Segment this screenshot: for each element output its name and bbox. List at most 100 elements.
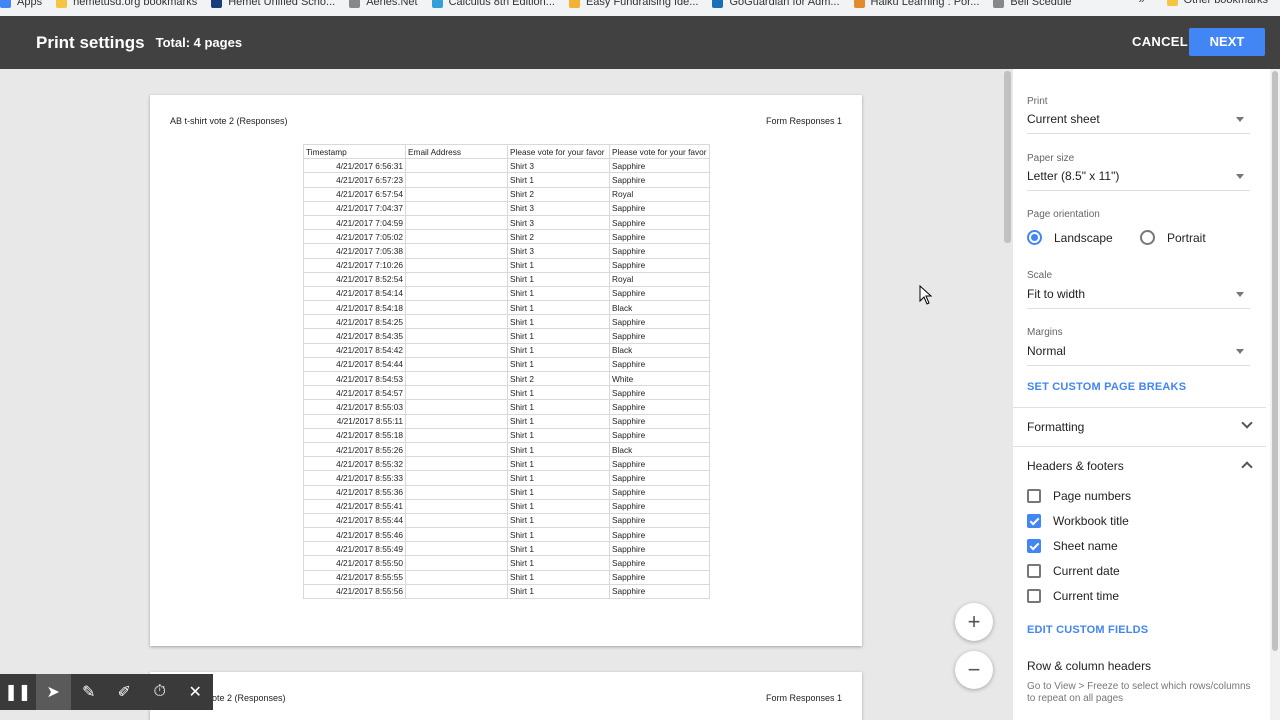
table-cell: Shirt 1 bbox=[507, 385, 610, 401]
checkbox-workbook-title[interactable]: Workbook title bbox=[1027, 514, 1129, 528]
print-select[interactable]: Current sheet bbox=[1027, 112, 1250, 134]
table-cell: 4/21/2017 8:55:41 bbox=[303, 498, 406, 514]
table-cell: 4/21/2017 8:55:44 bbox=[303, 512, 406, 529]
table-row: 4/21/2017 7:05:38 Shirt 3 Sapphire bbox=[303, 243, 710, 259]
zoom-in-button[interactable]: + bbox=[955, 603, 993, 641]
paper-size-select[interactable]: Letter (8.5" x 11") bbox=[1027, 169, 1250, 191]
table-row: 4/21/2017 6:56:31 Shirt 3 Sapphire bbox=[303, 158, 710, 174]
bookmark-item[interactable]: Apps bbox=[0, 0, 42, 8]
scale-label: Scale bbox=[1027, 270, 1053, 281]
bookmark-item[interactable]: Easy Fundraising Ide... bbox=[568, 0, 698, 8]
bookmark-item[interactable]: hemetusd.org bookmarks bbox=[56, 0, 197, 8]
column-header: Email Address bbox=[405, 143, 508, 160]
table-cell: 4/21/2017 8:54:14 bbox=[303, 285, 406, 302]
table-cell: Sapphire bbox=[609, 413, 710, 429]
table-cell: Shirt 1 bbox=[507, 257, 610, 273]
table-cell: Sapphire bbox=[609, 172, 710, 188]
pointer-icon[interactable]: ➤ bbox=[35, 674, 71, 710]
table-row: 4/21/2017 6:57:54 Shirt 2 Royal bbox=[303, 186, 710, 202]
checkbox-unchecked-icon[interactable] bbox=[1027, 489, 1041, 503]
headers-footers-section-toggle[interactable]: Headers & footers bbox=[1027, 459, 1253, 473]
table-cell: 4/21/2017 8:55:36 bbox=[303, 484, 406, 500]
panel-scrollbar[interactable] bbox=[1270, 69, 1280, 720]
table-cell: Shirt 1 bbox=[507, 484, 610, 500]
bookmark-item[interactable]: Aeries.Net bbox=[349, 0, 418, 8]
checkbox-current-date[interactable]: Current date bbox=[1027, 564, 1120, 578]
paper-size-value: Letter (8.5" x 11") bbox=[1027, 169, 1120, 183]
scale-select[interactable]: Fit to width bbox=[1027, 287, 1250, 309]
table-cell bbox=[405, 427, 508, 443]
chevron-up-icon bbox=[1241, 461, 1253, 473]
bookmark-item[interactable]: Calculus 8th Edition... bbox=[431, 0, 555, 8]
bookmark-item[interactable]: Bell Scedule bbox=[993, 0, 1072, 8]
checkbox-label: Workbook title bbox=[1053, 514, 1129, 528]
preview-scroll-thumb[interactable] bbox=[1004, 71, 1011, 243]
highlighter-icon[interactable]: ✐ bbox=[107, 674, 143, 710]
checkbox-page-numbers[interactable]: Page numbers bbox=[1027, 489, 1131, 503]
table-cell: Sapphire bbox=[609, 541, 710, 557]
table-cell: 4/21/2017 8:55:32 bbox=[303, 456, 406, 472]
checkbox-checked-icon[interactable] bbox=[1027, 539, 1041, 553]
checkbox-unchecked-icon[interactable] bbox=[1027, 564, 1041, 578]
table-cell bbox=[405, 470, 508, 486]
folder-icon bbox=[1166, 0, 1178, 6]
pen-icon[interactable]: ✎ bbox=[71, 674, 107, 710]
table-cell: Shirt 1 bbox=[507, 300, 610, 316]
bookmark-item[interactable]: Hemet Unified Scho... bbox=[211, 0, 335, 8]
checkbox-unchecked-icon[interactable] bbox=[1027, 589, 1041, 603]
timer-icon[interactable]: ⏱ bbox=[142, 674, 178, 710]
table-cell bbox=[405, 498, 508, 514]
checkbox-current-time[interactable]: Current time bbox=[1027, 589, 1119, 603]
site-icon bbox=[568, 0, 580, 8]
table-cell: Shirt 1 bbox=[507, 413, 610, 429]
table-cell: Shirt 1 bbox=[507, 441, 610, 458]
table-cell bbox=[405, 186, 508, 202]
edit-custom-fields-link[interactable]: EDIT CUSTOM FIELDS bbox=[1027, 624, 1148, 636]
bookmarks-overflow-button[interactable]: » bbox=[1139, 0, 1145, 6]
close-icon[interactable]: ✕ bbox=[178, 674, 214, 710]
table-cell: Shirt 2 bbox=[507, 229, 610, 245]
checkbox-checked-icon[interactable] bbox=[1027, 514, 1041, 528]
table-cell: 4/21/2017 8:55:11 bbox=[303, 413, 406, 429]
table-cell: Sapphire bbox=[609, 328, 710, 344]
zoom-out-button[interactable]: − bbox=[955, 651, 993, 689]
panel-scroll-thumb[interactable] bbox=[1272, 71, 1278, 651]
cancel-button[interactable]: CANCEL bbox=[1132, 28, 1188, 56]
table-cell bbox=[405, 555, 508, 571]
table-cell: Royal bbox=[609, 271, 710, 287]
bookmark-item[interactable]: Haiku Learning : Por... bbox=[853, 0, 979, 8]
table-cell: Shirt 1 bbox=[507, 527, 610, 543]
pause-icon[interactable]: ❚❚ bbox=[0, 674, 36, 710]
table-cell: Shirt 1 bbox=[507, 314, 610, 330]
bookmark-label: GoGuardian for Adm... bbox=[729, 0, 840, 8]
table-cell: 4/21/2017 8:55:50 bbox=[303, 555, 406, 571]
table-cell bbox=[405, 484, 508, 500]
table-cell: Shirt 2 bbox=[507, 370, 610, 387]
set-custom-page-breaks-link[interactable]: SET CUSTOM PAGE BREAKS bbox=[1027, 381, 1186, 393]
site-icon bbox=[211, 0, 223, 8]
bookmark-item[interactable]: GoGuardian for Adm... bbox=[712, 0, 840, 8]
next-button[interactable]: NEXT bbox=[1189, 28, 1265, 56]
other-bookmarks[interactable]: » Other bookmarks bbox=[1139, 0, 1268, 6]
formatting-section-toggle[interactable]: Formatting bbox=[1027, 417, 1253, 434]
portrait-radio[interactable]: Portrait bbox=[1140, 230, 1206, 245]
margins-select[interactable]: Normal bbox=[1027, 344, 1250, 366]
table-cell: Sapphire bbox=[609, 399, 710, 415]
margins-label: Margins bbox=[1027, 327, 1063, 338]
table-cell: Shirt 1 bbox=[507, 456, 610, 472]
table-cell: Shirt 1 bbox=[507, 342, 610, 358]
settings-panel: Print Current sheet Paper size Letter (8… bbox=[1013, 69, 1270, 720]
preview-scrollbar[interactable] bbox=[1002, 69, 1013, 709]
table-cell bbox=[405, 456, 508, 472]
table-row: 4/21/2017 8:54:53 Shirt 2 White bbox=[303, 370, 710, 387]
table-cell bbox=[405, 356, 508, 373]
checkbox-sheet-name[interactable]: Sheet name bbox=[1027, 539, 1118, 553]
table-cell bbox=[405, 271, 508, 287]
bookmark-label: Calculus 8th Edition... bbox=[448, 0, 555, 8]
orientation-label: Page orientation bbox=[1027, 209, 1100, 220]
print-preview[interactable]: AB t-shirt vote 2 (Responses) Form Respo… bbox=[0, 69, 1013, 720]
table-cell bbox=[405, 158, 508, 174]
landscape-radio[interactable]: Landscape bbox=[1027, 230, 1113, 245]
table-cell: Sapphire bbox=[609, 214, 710, 231]
table-cell: Shirt 1 bbox=[507, 541, 610, 557]
